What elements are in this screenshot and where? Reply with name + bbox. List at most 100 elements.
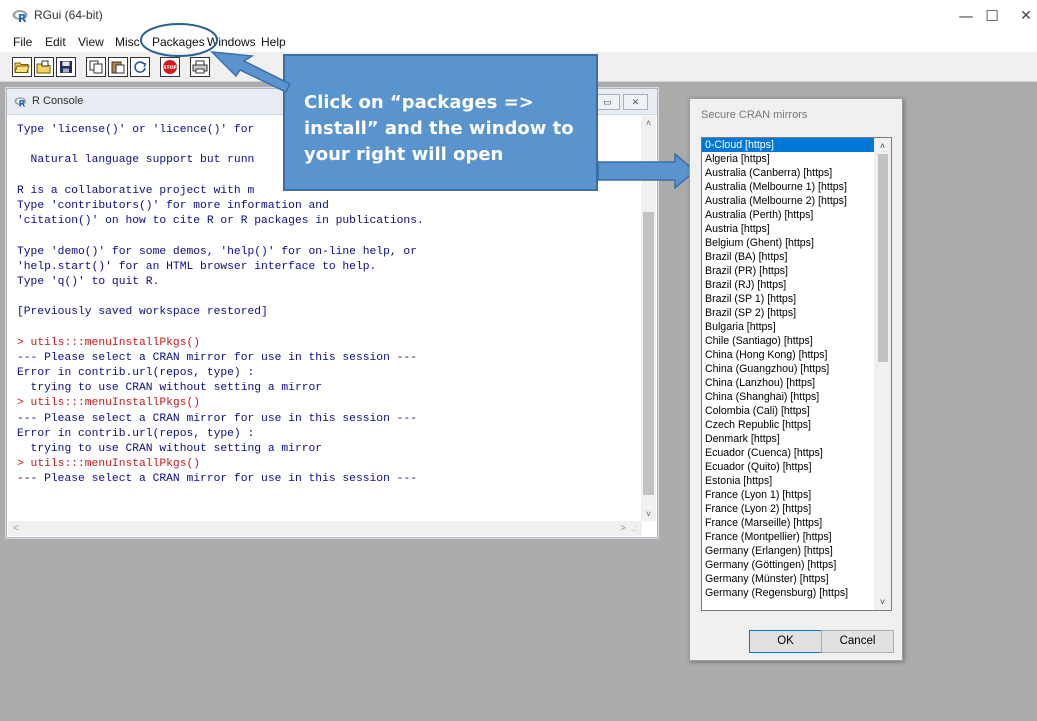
print-icon	[192, 60, 208, 74]
mirror-list-scroll-thumb[interactable]	[878, 154, 888, 362]
mirror-list-item[interactable]: Brazil (RJ) [https]	[702, 278, 875, 292]
mirror-list-item[interactable]: 0-Cloud [https]	[702, 138, 875, 152]
mirror-list-item[interactable]: China (Guangzhou) [https]	[702, 362, 875, 376]
app-title: RGui (64-bit)	[34, 8, 103, 22]
mirror-list-item[interactable]: Australia (Melbourne 1) [https]	[702, 180, 875, 194]
mirror-listbox[interactable]: 0-Cloud [https] Algeria [https] Australia …	[701, 137, 892, 611]
mirror-list-item[interactable]: China (Shanghai) [https]	[702, 390, 875, 404]
scroll-down-arrow-icon[interactable]: ˅	[874, 595, 891, 609]
mirror-list-item[interactable]: Brazil (BA) [https]	[702, 250, 875, 264]
console-output-line: [Previously saved workspace restored]	[17, 306, 268, 319]
mirror-list-item[interactable]: Germany (Regensburg) [https]	[702, 586, 875, 600]
console-title: R Console	[32, 95, 84, 107]
console-output-line: trying to use CRAN without setting a mir…	[17, 382, 323, 395]
menu-file[interactable]: File	[13, 35, 32, 49]
mirror-list-item[interactable]: Estonia [https]	[702, 474, 875, 488]
mirror-list-item[interactable]: Bulgaria [https]	[702, 320, 875, 334]
cran-mirrors-dialog: Secure CRAN mirrors 0-Cloud [https] Alger…	[689, 98, 903, 661]
console-output-line: Type 'demo()' for some demos, 'help()' f…	[17, 245, 417, 258]
mirror-list: 0-Cloud [https] Algeria [https] Australia …	[702, 138, 875, 600]
mirror-list-item[interactable]: France (Marseille) [https]	[702, 516, 875, 530]
scroll-left-arrow-icon[interactable]: <	[13, 521, 19, 536]
print-button[interactable]	[190, 57, 210, 77]
mirror-list-item[interactable]: Belgium (Ghent) [https]	[702, 236, 875, 250]
mirror-list-item[interactable]: Australia (Melbourne 2) [https]	[702, 194, 875, 208]
mirror-list-scrollbar[interactable]: ˄ ˅	[874, 138, 891, 610]
svg-text:R: R	[18, 12, 27, 23]
callout-text: Click on “packages => install” and the w…	[304, 92, 574, 165]
paste-icon	[111, 61, 125, 74]
mirror-list-item[interactable]: Australia (Canberra) [https]	[702, 166, 875, 180]
menu-help[interactable]: Help	[261, 35, 286, 49]
console-scroll-thumb[interactable]	[643, 212, 654, 495]
mirror-list-item[interactable]: France (Montpellier) [https]	[702, 530, 875, 544]
console-command-line: > utils:::menuInstallPkgs()	[17, 397, 201, 410]
ok-button[interactable]: OK	[749, 630, 822, 653]
console-output-line: Type 'contributors()' for more informati…	[17, 199, 329, 212]
save-workspace-button[interactable]	[56, 57, 76, 77]
mirror-list-item[interactable]: France (Lyon 2) [https]	[702, 502, 875, 516]
mirror-list-item[interactable]: Brazil (SP 1) [https]	[702, 292, 875, 306]
mirror-list-item[interactable]: Chile (Santiago) [https]	[702, 334, 875, 348]
mirror-list-item[interactable]: Germany (Münster) [https]	[702, 572, 875, 586]
mirror-list-item[interactable]: Austria [https]	[702, 222, 875, 236]
console-output-line: trying to use CRAN without setting a mir…	[17, 442, 323, 455]
mirror-list-item[interactable]: China (Hong Kong) [https]	[702, 348, 875, 362]
stop-button[interactable]: STOP	[160, 57, 180, 77]
console-close-button[interactable]: ✕	[623, 94, 648, 110]
close-button[interactable]: ✕	[1012, 4, 1037, 28]
resize-grip-icon[interactable]: .:	[632, 521, 636, 536]
console-restore-button[interactable]: ▭	[595, 94, 620, 110]
console-output-line: 'help.start()' for an HTML browser inter…	[17, 260, 377, 273]
mirror-list-item[interactable]: Brazil (PR) [https]	[702, 264, 875, 278]
load-workspace-button[interactable]	[34, 57, 54, 77]
console-command-line: > utils:::menuInstallPkgs()	[17, 458, 201, 471]
mirror-list-item[interactable]: Ecuador (Quito) [https]	[702, 460, 875, 474]
menu-windows[interactable]: Windows	[207, 35, 256, 49]
mirror-list-item[interactable]: Australia (Perth) [https]	[702, 208, 875, 222]
open-script-button[interactable]	[12, 57, 32, 77]
scroll-right-arrow-icon[interactable]: >	[620, 521, 626, 536]
copy-button[interactable]	[86, 57, 106, 77]
cancel-button[interactable]: Cancel	[821, 630, 894, 653]
scroll-down-arrow-icon[interactable]: ˅	[641, 507, 656, 521]
copy-icon	[89, 60, 103, 74]
mirror-list-item[interactable]: Algeria [https]	[702, 152, 875, 166]
r-logo-icon: R	[14, 97, 27, 108]
instruction-callout: Click on “packages => install” and the w…	[283, 54, 598, 191]
open-script-icon	[14, 62, 30, 73]
app-titlebar: R RGui (64-bit) — ☐ ✕	[0, 0, 1037, 32]
menu-misc[interactable]: Misc	[115, 35, 140, 49]
menu-view[interactable]: View	[78, 35, 104, 49]
copy-paste-icon	[134, 61, 147, 73]
menu-bar: File Edit View Misc Packages Windows Hel…	[0, 32, 1037, 52]
scroll-up-arrow-icon[interactable]: ˄	[874, 139, 891, 153]
console-vertical-scrollbar[interactable]: ˄ ˅	[641, 116, 656, 521]
menu-packages[interactable]: Packages	[152, 35, 205, 49]
maximize-button[interactable]: ☐	[978, 4, 1006, 28]
console-horizontal-scrollbar[interactable]: < > .:	[8, 521, 642, 536]
console-output-line: Type 'q()' to quit R.	[17, 275, 160, 288]
scroll-up-arrow-icon[interactable]: ˄	[641, 116, 656, 130]
save-workspace-icon	[60, 61, 72, 73]
console-output-line: 'citation()' on how to cite R or R packa…	[17, 215, 424, 228]
mirror-list-item[interactable]: France (Lyon 1) [https]	[702, 488, 875, 502]
console-output-line: Error in contrib.url(repos, type) :	[17, 427, 255, 440]
menu-edit[interactable]: Edit	[45, 35, 66, 49]
mirror-list-item[interactable]: Denmark [https]	[702, 432, 875, 446]
paste-button[interactable]	[108, 57, 128, 77]
mirror-list-item[interactable]: Germany (Erlangen) [https]	[702, 544, 875, 558]
copy-paste-button[interactable]	[130, 57, 150, 77]
mirror-list-item[interactable]: Germany (Göttingen) [https]	[702, 558, 875, 572]
minimize-button[interactable]: —	[952, 4, 980, 28]
mirror-list-item[interactable]: Ecuador (Cuenca) [https]	[702, 446, 875, 460]
stop-label: STOP	[163, 65, 177, 71]
console-output-line: Error in contrib.url(repos, type) :	[17, 367, 255, 379]
mirror-list-item[interactable]: Colombia (Cali) [https]	[702, 404, 875, 418]
svg-text:R: R	[19, 100, 26, 108]
mirror-list-item[interactable]: Czech Republic [https]	[702, 418, 875, 432]
mirror-list-item[interactable]: Brazil (SP 2) [https]	[702, 306, 875, 320]
mirror-list-item[interactable]: China (Lanzhou) [https]	[702, 376, 875, 390]
